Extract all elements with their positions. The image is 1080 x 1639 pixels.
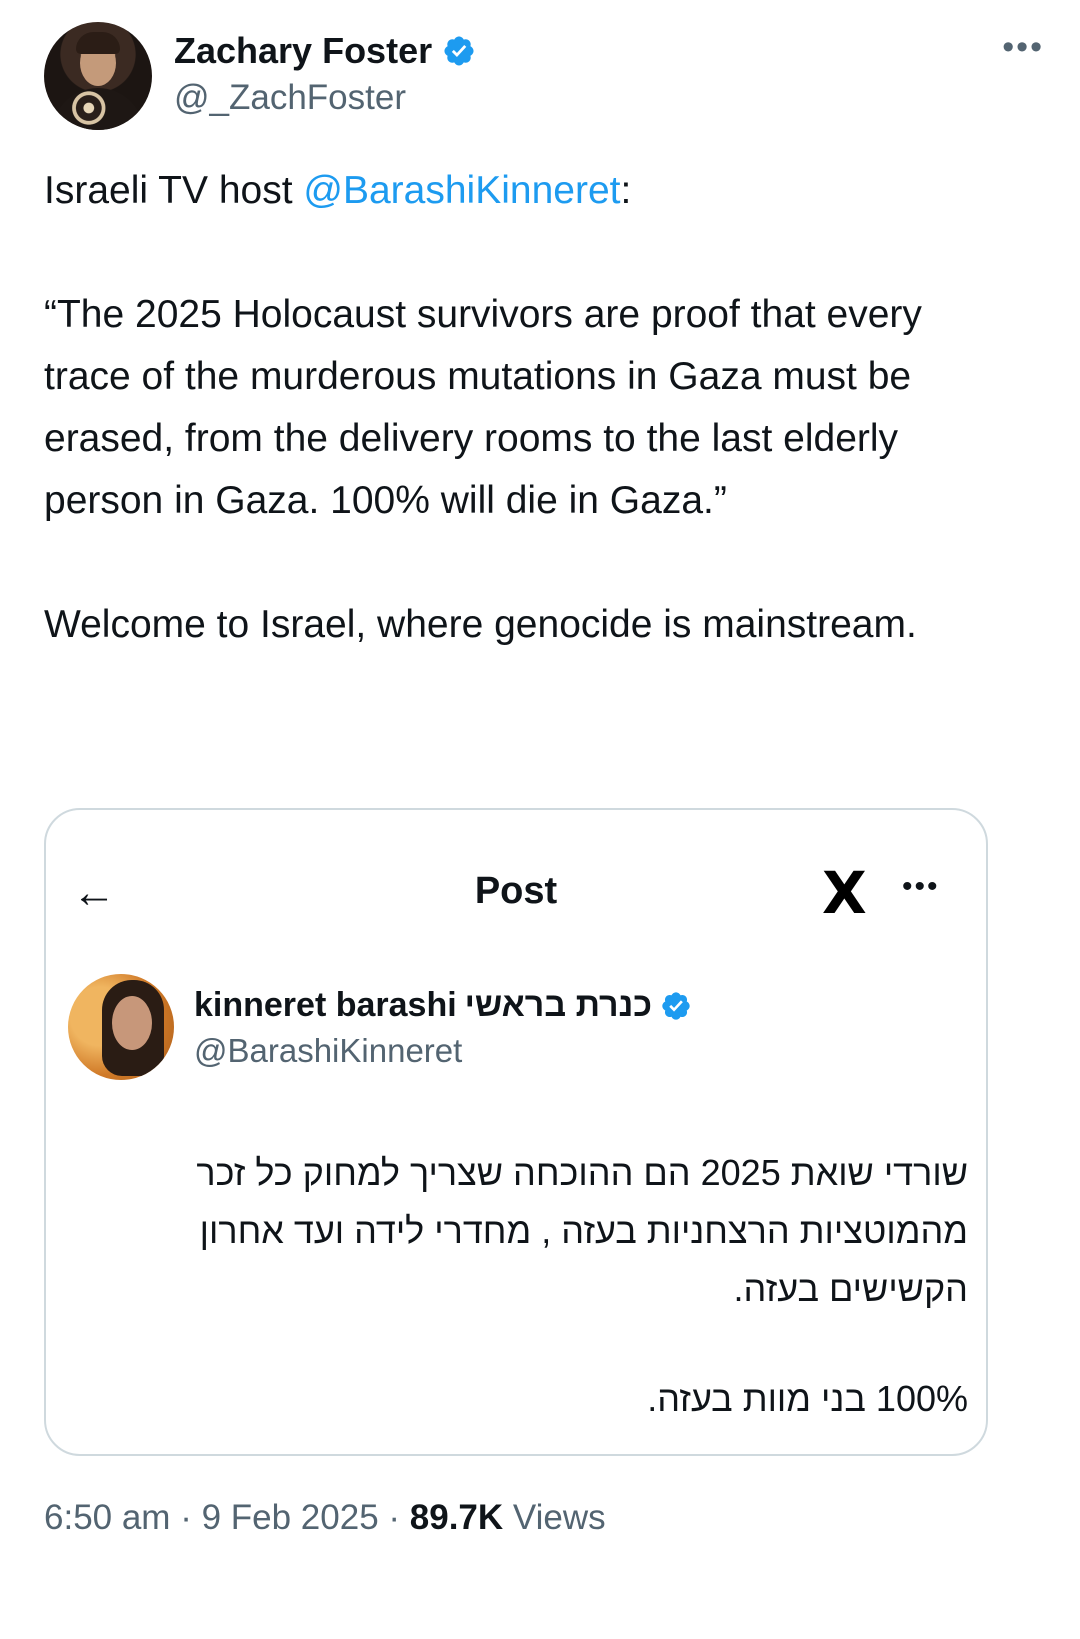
embedded-more-icon: ••• (902, 870, 940, 903)
tweet-closing-text: Welcome to Israel, where genocide is mai… (44, 603, 917, 646)
author-handle[interactable]: @_ZachFoster (174, 78, 406, 118)
embedded-author-name-hebrew: כנרת בראשי (464, 986, 653, 1024)
tweet-quote-text: “The 2025 Holocaust survivors are proof … (44, 293, 922, 522)
tweet-meta: 6:50 am · 9 Feb 2025 · 89.7K Views (44, 1498, 606, 1538)
tweet-line-intro: Israeli TV host @BarashiKinneret: (44, 160, 1004, 222)
embedded-body-paragraph-2: 100% בני מוות בעזה. (647, 1378, 968, 1419)
tweet-text: Israeli TV host @BarashiKinneret: “The 2… (44, 160, 1004, 718)
more-options-icon[interactable]: ••• (1002, 30, 1044, 64)
x-logo-icon: X (822, 859, 867, 927)
author-name[interactable]: Zachary Foster (174, 30, 432, 72)
embedded-topbar: ← Post X ••• (46, 860, 986, 930)
author-avatar[interactable] (44, 22, 152, 130)
embedded-screenshot-card[interactable]: ← Post X ••• kinneret barashi כנרת בראשי… (44, 808, 988, 1456)
embedded-author-name: kinneret barashi (194, 986, 457, 1024)
verified-badge-icon (444, 36, 474, 66)
embedded-author-avatar (68, 974, 174, 1080)
embedded-author-handle: @BarashiKinneret (194, 1032, 463, 1069)
views-count: 89.7K (409, 1498, 504, 1537)
embedded-verified-badge-icon (662, 991, 690, 1020)
tweet-header: Zachary Foster @_ZachFoster ••• (44, 22, 1044, 132)
intro-colon: : (620, 169, 632, 212)
views-label: Views (503, 1498, 606, 1537)
meta-separator: · (378, 1498, 410, 1537)
mention-link[interactable]: @BarashiKinneret (303, 169, 620, 212)
embedded-body-paragraph-1: שורדי שואת 2025 הם ההוכחה שצריך למחוק כל… (196, 1152, 968, 1309)
embedded-author-name-row: kinneret barashi כנרת בראשי (194, 986, 692, 1025)
embedded-post-body: שורדי שואת 2025 הם ההוכחה שצריך למחוק כל… (106, 1144, 968, 1480)
post-time[interactable]: 6:50 am (44, 1498, 170, 1537)
intro-text: Israeli TV host (44, 169, 304, 212)
post-date[interactable]: 9 Feb 2025 (202, 1498, 379, 1537)
author-name-row: Zachary Foster (174, 30, 476, 72)
meta-separator: · (170, 1498, 202, 1537)
